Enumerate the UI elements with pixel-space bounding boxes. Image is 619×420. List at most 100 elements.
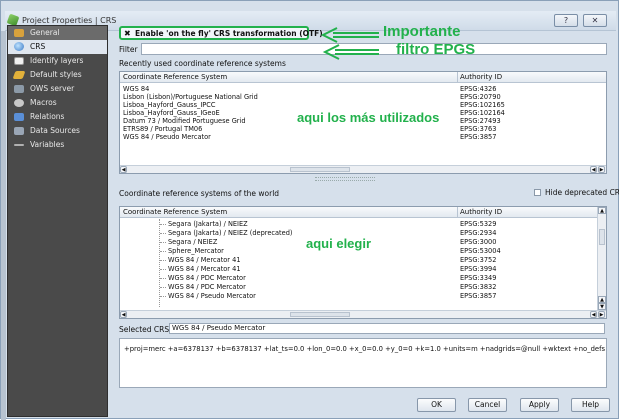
sidebar-item-general[interactable]: General (8, 26, 107, 40)
sidebar-item-label: General (30, 28, 60, 37)
sidebar-item-ows-server[interactable]: OWS server (8, 82, 107, 96)
arrow-filter-head (322, 44, 340, 60)
scroll-left-icon[interactable]: ◀ (590, 311, 597, 318)
proj-definition-text[interactable]: +proj=merc +a=6378137 +b=6378137 +lat_ts… (119, 338, 607, 388)
row-authority-id: EPSG:102164 (460, 109, 505, 117)
sidebar-item-label: Data Sources (30, 126, 80, 135)
scroll-left-icon[interactable]: ◀ (590, 166, 597, 173)
scrollbar-thumb[interactable] (599, 229, 605, 245)
table-row[interactable]: ETRS89 / Portugal TM06 EPSG:3763 (120, 125, 606, 133)
row-authority-id: EPSG:3832 (460, 283, 497, 291)
column-header-authority[interactable]: Authority ID (460, 73, 502, 81)
table-row[interactable]: WGS 84 / PDC Mercator EPSG:3832 (120, 283, 606, 291)
project-properties-window: Project Properties | CRS ? ✕ General CRS… (0, 0, 619, 420)
row-authority-id: EPSG:4326 (460, 85, 497, 93)
tree-branch (160, 278, 166, 279)
world-table-header: Coordinate Reference System Authority ID (120, 207, 606, 218)
column-header-crs[interactable]: Coordinate Reference System (123, 208, 227, 216)
row-crs-name: WGS 84 (123, 85, 150, 93)
scroll-right-icon[interactable]: ▶ (598, 311, 605, 318)
vertical-scrollbar[interactable]: ▲ ▲ ▼ (597, 207, 606, 310)
table-row[interactable]: WGS 84 / Pseudo Mercator EPSG:3857 (120, 133, 606, 141)
checkbox-box[interactable] (534, 189, 541, 196)
sidebar-item-relations[interactable]: Relations (8, 110, 107, 124)
sidebar-item-crs[interactable]: CRS (8, 40, 107, 54)
crs-globe-icon (14, 42, 24, 51)
scroll-left-icon[interactable]: ◀ (120, 311, 127, 318)
scroll-up-icon[interactable]: ▲ (598, 296, 606, 303)
panel-splitter-handle[interactable] (315, 177, 375, 181)
tree-branch (160, 260, 166, 261)
row-crs-name: WGS 84 / PDC Mercator (168, 274, 246, 282)
table-row[interactable]: WGS 84 EPSG:4326 (120, 85, 606, 93)
annotation-importante: Importante (383, 23, 461, 40)
table-row[interactable]: WGS 84 / Pseudo Mercator EPSG:3857 (120, 292, 606, 300)
column-divider[interactable] (457, 207, 458, 218)
ows-server-icon (14, 85, 24, 93)
sidebar-item-label: Identify layers (30, 56, 84, 65)
otf-checkbox[interactable]: ✖ Enable 'on the fly' CRS transformation… (119, 26, 323, 40)
row-crs-name: Segara (Jakarta) / NEIEZ (168, 220, 248, 228)
sidebar-item-label: Relations (30, 112, 65, 121)
scroll-left-icon[interactable]: ◀ (120, 166, 127, 173)
row-crs-name: WGS 84 / Pseudo Mercator (123, 133, 211, 141)
row-authority-id: EPSG:3752 (460, 256, 497, 264)
row-authority-id: EPSG:20790 (460, 93, 501, 101)
cancel-button[interactable]: Cancel (468, 398, 507, 412)
crs-panel: ✖ Enable 'on the fly' CRS transformation… (115, 26, 619, 416)
macros-icon (14, 99, 24, 107)
recent-table-header: Coordinate Reference System Authority ID (120, 72, 606, 83)
identify-layers-icon (14, 57, 24, 65)
apply-button[interactable]: Apply (520, 398, 559, 412)
tree-branch (160, 233, 166, 234)
scroll-right-icon[interactable]: ▶ (598, 166, 605, 173)
arrow-otf-head (320, 27, 338, 43)
annotation-arrows (320, 27, 379, 60)
row-authority-id: EPSG:3349 (460, 274, 497, 282)
table-row[interactable]: Lisboa_Hayford_Gauss_IPCC EPSG:102165 (120, 101, 606, 109)
row-crs-name: ETRS89 / Portugal TM06 (123, 125, 203, 133)
scrollbar-thumb[interactable] (290, 312, 350, 317)
sidebar-item-default-styles[interactable]: Default styles (8, 68, 107, 82)
row-authority-id: EPSG:102165 (460, 101, 505, 109)
row-authority-id: EPSG:53004 (460, 247, 501, 255)
row-crs-name: Sphere_Mercator (168, 247, 224, 255)
row-crs-name: Segara (Jakarta) / NEIEZ (deprecated) (168, 229, 293, 237)
world-section-label: Coordinate reference systems of the worl… (119, 189, 280, 198)
row-crs-name: Datum 73 / Modified Portuguese Grid (123, 117, 246, 125)
sidebar-item-data-sources[interactable]: Data Sources (8, 124, 107, 138)
horizontal-scrollbar[interactable]: ◀ ◀ ▶ (120, 165, 606, 173)
selected-crs-label: Selected CRS: (119, 325, 172, 334)
row-crs-name: Segara / NEIEZ (168, 238, 218, 246)
sidebar-item-label: Macros (30, 98, 57, 107)
tree-branch (160, 224, 166, 225)
help-button[interactable]: Help (571, 398, 610, 412)
scroll-down-icon[interactable]: ▼ (598, 303, 606, 310)
ok-button[interactable]: OK (417, 398, 456, 412)
sidebar-item-label: Default styles (30, 70, 82, 79)
table-row[interactable]: WGS 84 / Mercator 41 EPSG:3994 (120, 265, 606, 273)
row-authority-id: EPSG:27493 (460, 117, 501, 125)
sidebar-item-macros[interactable]: Macros (8, 96, 107, 110)
tree-branch (160, 287, 166, 288)
row-authority-id: EPSG:2934 (460, 229, 497, 237)
sidebar-item-identify-layers[interactable]: Identify layers (8, 54, 107, 68)
row-authority-id: EPSG:3857 (460, 133, 497, 141)
selected-crs-field[interactable]: WGS 84 / Pseudo Mercator (169, 323, 605, 334)
table-row[interactable]: Lisbon (Lisbon)/Portuguese National Grid… (120, 93, 606, 101)
tree-branch (160, 242, 166, 243)
relations-icon (14, 113, 24, 121)
scrollbar-thumb[interactable] (290, 167, 350, 172)
variables-icon (14, 144, 24, 146)
background-menu-strip (1, 1, 161, 6)
column-header-crs[interactable]: Coordinate Reference System (123, 73, 227, 81)
scroll-up-icon[interactable]: ▲ (598, 207, 606, 214)
horizontal-scrollbar[interactable]: ◀ ◀ ▶ (120, 310, 606, 318)
sidebar-item-variables[interactable]: Variables (8, 138, 107, 152)
column-header-authority[interactable]: Authority ID (460, 208, 502, 216)
column-divider[interactable] (457, 72, 458, 83)
table-row[interactable]: WGS 84 / Mercator 41 EPSG:3752 (120, 256, 606, 264)
table-row[interactable]: Segara (Jakarta) / NEIEZ EPSG:5329 (120, 220, 606, 228)
row-crs-name: WGS 84 / Mercator 41 (168, 256, 241, 264)
table-row[interactable]: WGS 84 / PDC Mercator EPSG:3349 (120, 274, 606, 282)
